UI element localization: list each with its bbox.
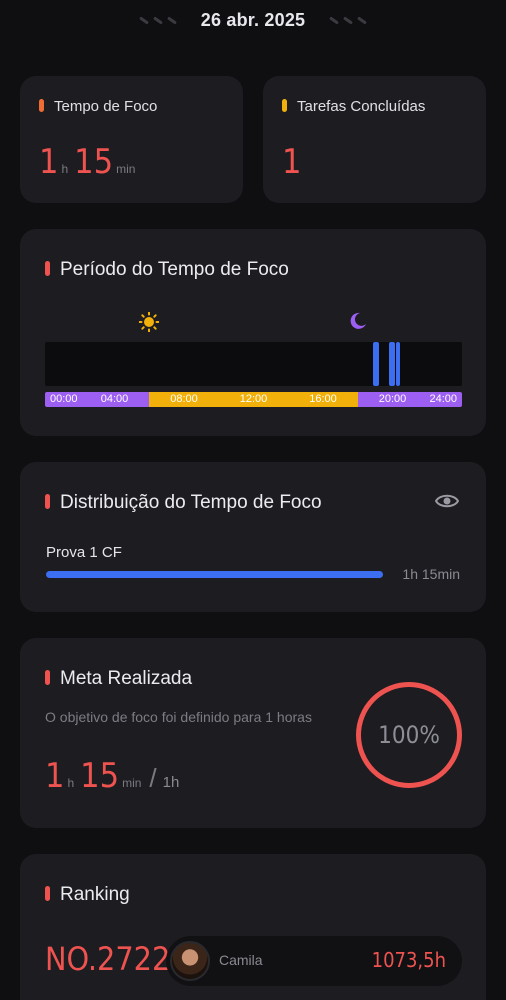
distribution-item-value: 1h 15min — [402, 566, 460, 582]
focus-session-2 — [389, 342, 395, 386]
goal-hours: 1 — [45, 756, 65, 796]
tasks-dot — [282, 99, 287, 112]
goal-title: Meta Realizada — [60, 668, 193, 689]
goal-minutes-unit: min — [122, 776, 142, 790]
tick-label: 12:00 — [239, 393, 268, 405]
focus-time-title: Tempo de Foco — [54, 98, 158, 115]
focus-session-1 — [373, 342, 380, 386]
goal-hours-unit: h — [67, 776, 75, 790]
focus-time-header: Tempo de Foco — [39, 98, 157, 116]
ranking-user-hours: 1073,5h — [371, 948, 446, 972]
focus-minutes: 15 — [74, 142, 114, 182]
goal-dot — [45, 670, 50, 685]
sun-icon — [139, 312, 159, 332]
goal-value: 1 h 15 min / 1h — [45, 756, 179, 796]
eye-icon[interactable] — [435, 492, 459, 510]
distribution-item-label: Prova 1 CF — [46, 544, 122, 561]
focus-minutes-unit: min — [116, 162, 136, 176]
focus-hours: 1 — [39, 142, 59, 182]
tick-label: 04:00 — [100, 393, 129, 405]
focus-hours-unit: h — [61, 162, 69, 176]
focus-session-3 — [395, 342, 401, 386]
ranking-dot — [45, 886, 50, 901]
tasks-card[interactable]: Tarefas Concluídas 1 — [263, 76, 486, 203]
date-header: 26 abr. 2025 — [0, 0, 506, 40]
timeline-ticks: 00:00 04:00 08:00 12:00 16:00 20:00 24:00 — [45, 392, 462, 407]
ranking-header: Ranking — [45, 884, 130, 906]
ranking-title: Ranking — [60, 884, 130, 905]
tasks-title: Tarefas Concluídas — [297, 98, 426, 115]
ranking-card[interactable]: Ranking NO.27228 Camila 1073,5h — [20, 854, 486, 1000]
ranking-user-name: Camila — [219, 952, 263, 968]
timeline-bar — [45, 342, 462, 386]
period-header: Período do Tempo de Foco — [45, 259, 289, 281]
tick-label: 00:00 — [50, 393, 78, 405]
tick-label: 08:00 — [170, 393, 198, 405]
distribution-dot — [45, 494, 50, 509]
distribution-header: Distribuição do Tempo de Foco — [45, 492, 322, 514]
goal-separator: / — [149, 763, 157, 793]
focus-period-card: Período do Tempo de Foco 00:00 04:00 08:00… — [20, 229, 486, 436]
ranking-user-pill[interactable]: Camila 1073,5h — [166, 936, 462, 986]
goal-header: Meta Realizada — [45, 668, 192, 690]
focus-time-dot — [39, 99, 44, 112]
tasks-header: Tarefas Concluídas — [282, 98, 425, 116]
date-label[interactable]: 26 abr. 2025 — [201, 10, 306, 31]
avatar — [170, 941, 210, 981]
distribution-title: Distribuição do Tempo de Foco — [60, 492, 322, 513]
distribution-card: Distribuição do Tempo de Foco Prova 1 CF… — [20, 462, 486, 612]
goal-progress-ring: 100% — [356, 682, 462, 788]
period-title: Período do Tempo de Foco — [60, 259, 289, 280]
tick-label: 20:00 — [378, 393, 407, 405]
tick-label: 16:00 — [309, 393, 337, 405]
goal-percent: 100% — [378, 721, 440, 749]
right-decoration — [329, 15, 368, 25]
period-dot — [45, 261, 50, 276]
left-decoration — [138, 15, 177, 25]
goal-card: Meta Realizada O objetivo de foco foi de… — [20, 638, 486, 828]
tick-label: 24:00 — [429, 393, 457, 405]
focus-time-value: 1 h 15 min — [39, 142, 141, 182]
tasks-value-wrap: 1 — [282, 142, 301, 182]
goal-minutes: 15 — [80, 756, 120, 796]
focus-time-card[interactable]: Tempo de Foco 1 h 15 min — [20, 76, 243, 203]
tasks-value: 1 — [282, 142, 302, 182]
goal-target: 1h — [162, 774, 180, 791]
goal-description: O objetivo de foco foi definido para 1 h… — [45, 709, 312, 725]
distribution-progress-bar — [46, 571, 383, 578]
moon-icon — [350, 312, 366, 329]
